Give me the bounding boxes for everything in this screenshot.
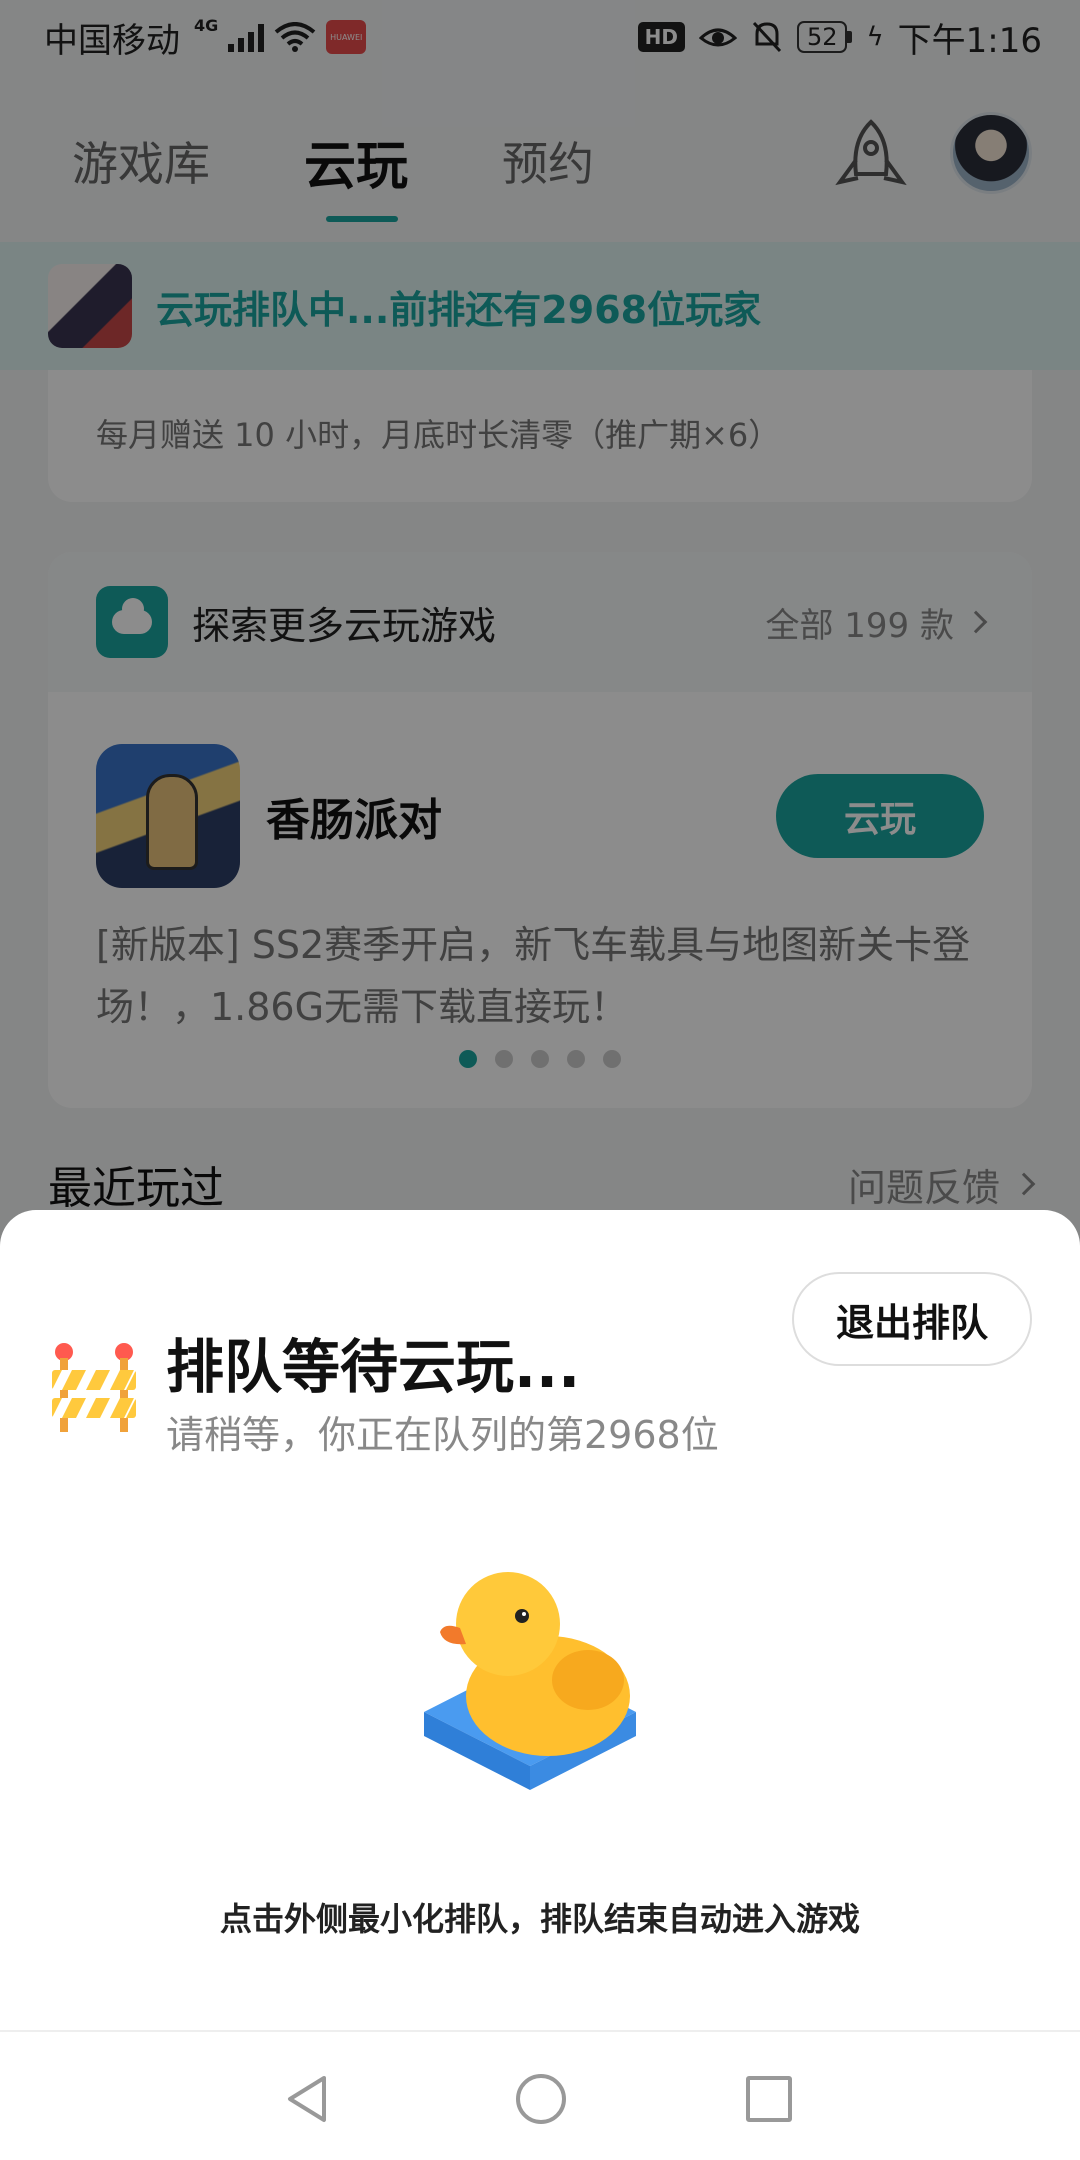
barrier-icon <box>52 1343 136 1432</box>
minimize-hint: 点击外侧最小化排队，排队结束自动进入游戏 <box>219 1900 860 1938</box>
recents-icon[interactable] <box>746 2076 792 2122</box>
sheet-title: 排队等待云玩... <box>166 1333 581 1401</box>
duck-illustration <box>424 1572 636 1790</box>
queue-bottom-sheet: 退出排队 排队等待云玩... 请稍等，你正在队列的第2968位 点击外侧最小化排… <box>0 1210 1080 2030</box>
back-icon[interactable] <box>284 2074 330 2124</box>
queue-position-text: 请稍等，你正在队列的第2968位 <box>166 1413 719 1457</box>
home-icon[interactable] <box>516 2074 566 2124</box>
system-nav-bar <box>0 2030 1080 2160</box>
exit-queue-button[interactable]: 退出排队 <box>792 1272 1032 1366</box>
